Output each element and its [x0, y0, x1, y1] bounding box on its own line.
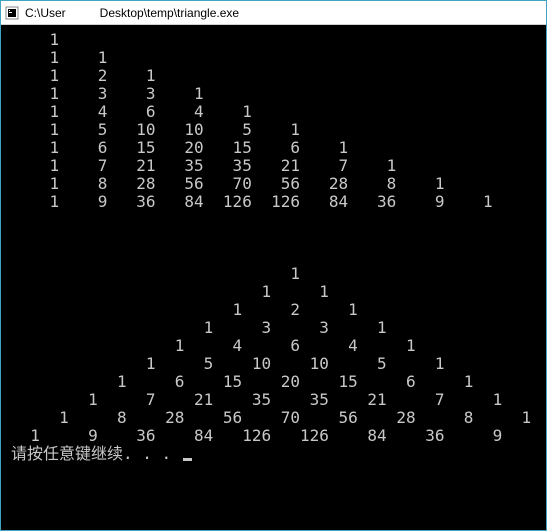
console-window: C:\UserDesktop\temp\triangle.exe 1 1 1 1…	[0, 0, 547, 531]
redacted-segment	[66, 7, 100, 19]
window-title: C:\UserDesktop\temp\triangle.exe	[25, 6, 239, 20]
app-icon	[5, 6, 19, 20]
cursor	[183, 458, 192, 461]
console-text: 1 1 1 1 2 1 1 3 3 1 1 4 6 4 1 1 5 10 10 …	[11, 30, 546, 445]
titlebar[interactable]: C:\UserDesktop\temp\triangle.exe	[1, 1, 546, 25]
console-output[interactable]: 1 1 1 1 2 1 1 3 3 1 1 4 6 4 1 1 5 10 10 …	[1, 25, 546, 530]
prompt-line: 请按任意键继续. . .	[11, 444, 192, 463]
